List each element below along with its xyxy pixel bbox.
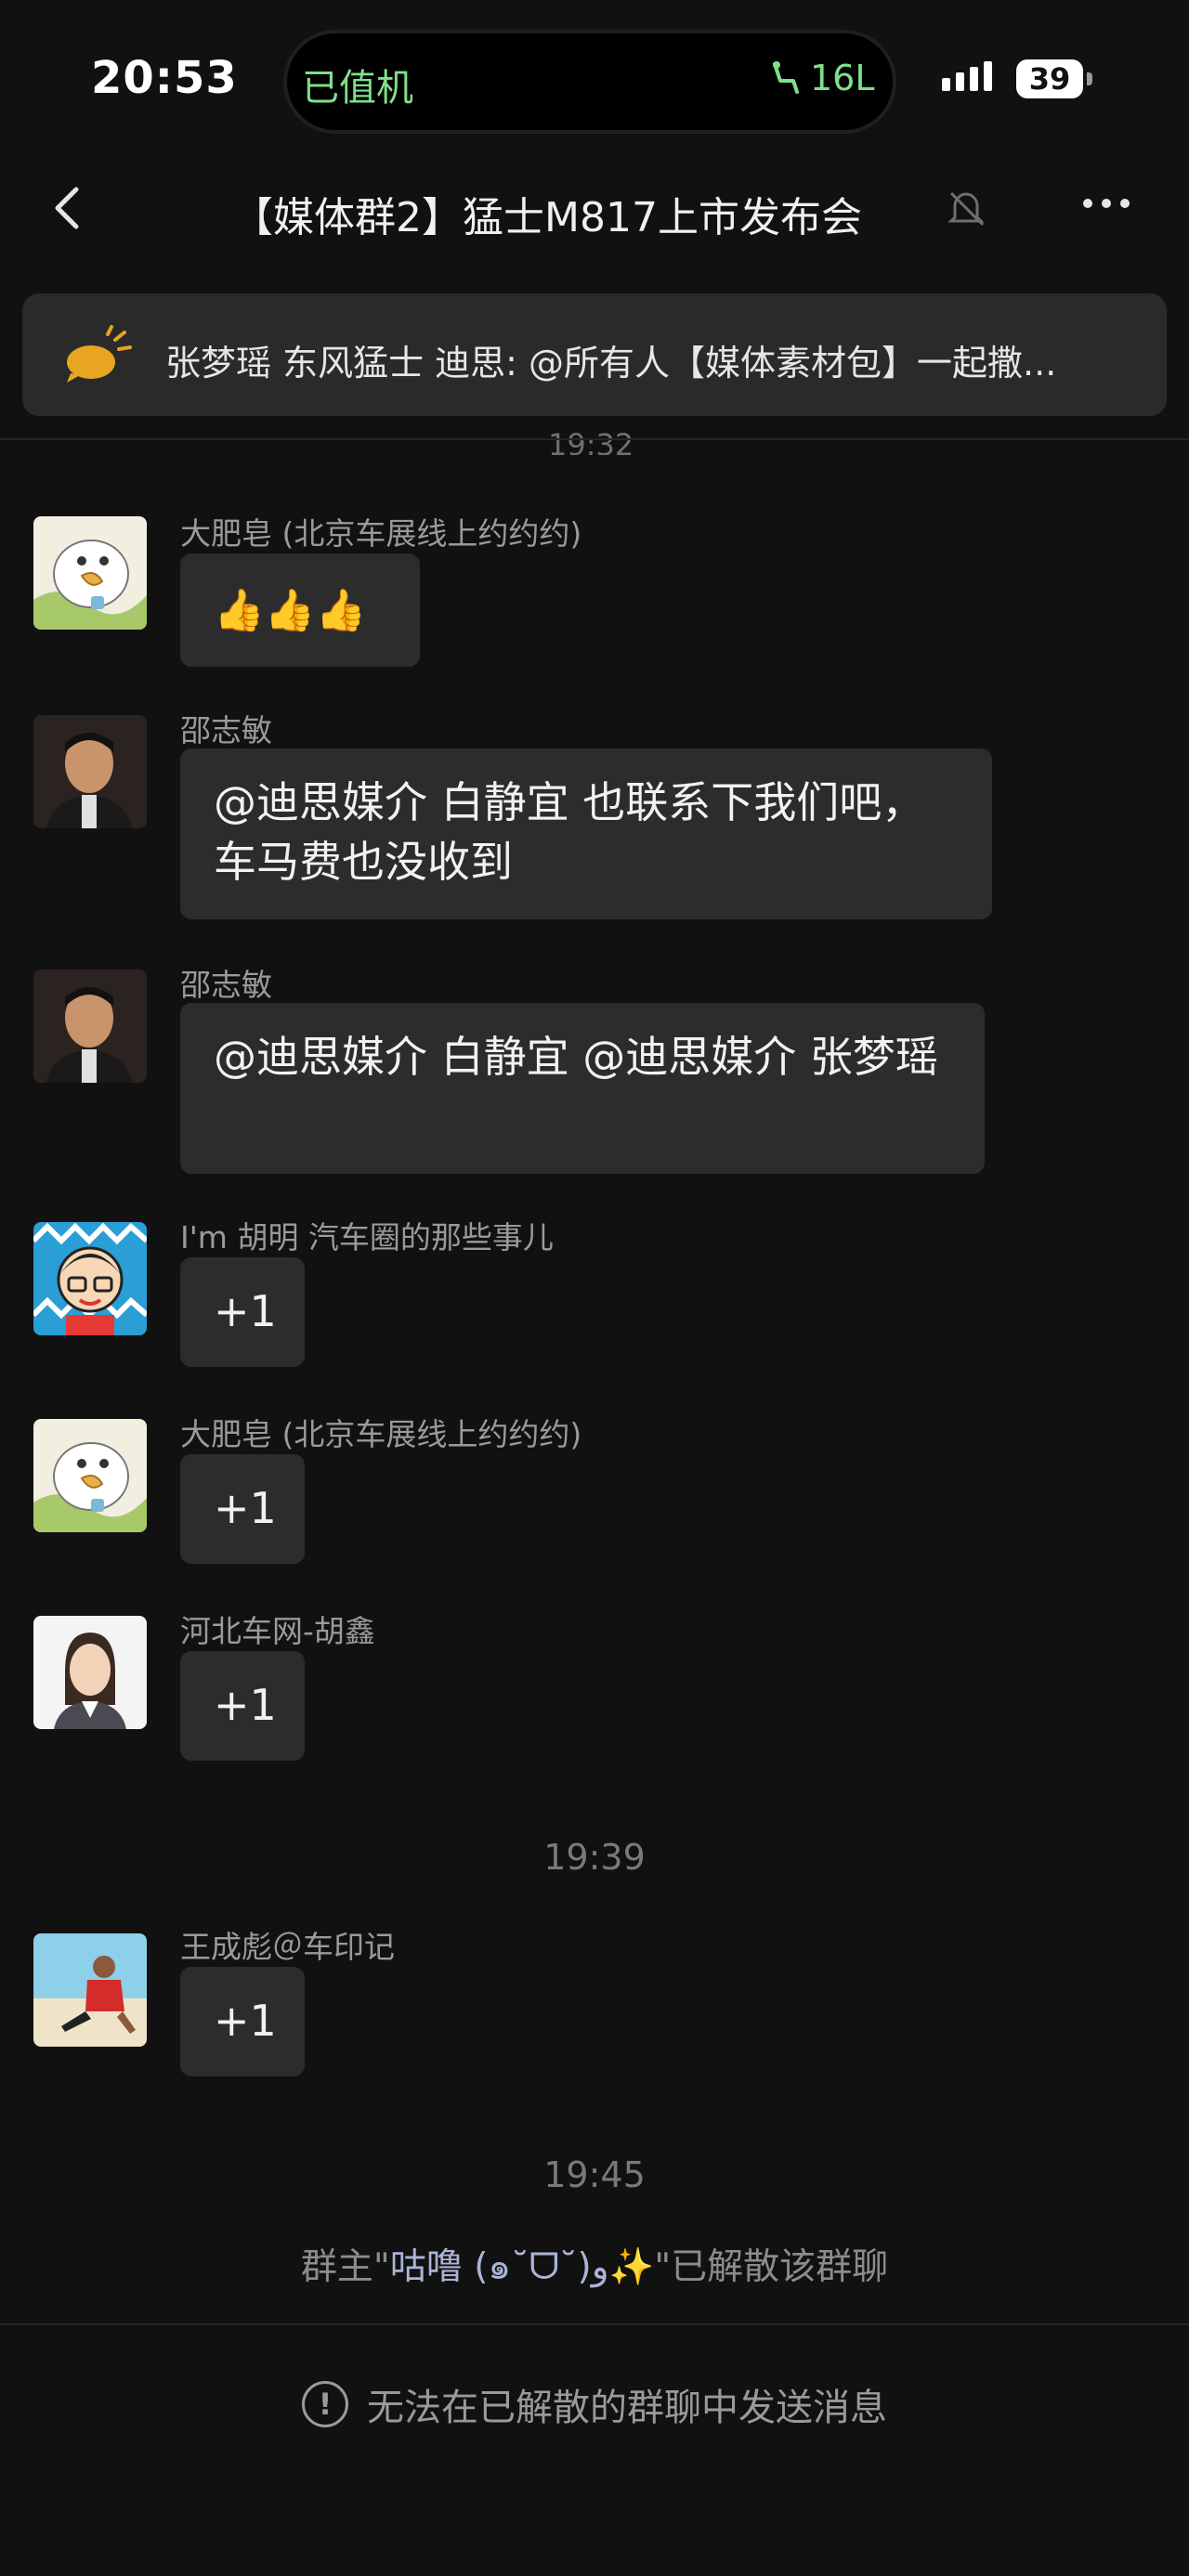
disbanded-footer: ! 无法在已解散的群聊中发送消息 bbox=[0, 2377, 1189, 2431]
divider bbox=[0, 438, 1189, 440]
avatar[interactable] bbox=[33, 1222, 147, 1335]
timestamp-cut: 19:32 bbox=[548, 427, 634, 455]
message-bubble[interactable]: @迪思媒介 白静宜 也联系下我们吧，车马费也没收到 bbox=[180, 748, 992, 919]
avatar[interactable] bbox=[33, 1616, 147, 1729]
message-bubble[interactable]: +1 bbox=[180, 1257, 305, 1367]
battery-icon: 39 bbox=[1016, 59, 1083, 98]
sender-name: I'm 胡明 汽车圈的那些事儿 bbox=[180, 1219, 554, 1255]
seat-icon bbox=[773, 61, 799, 94]
system-suffix: "已解散该群聊 bbox=[654, 2246, 889, 2288]
message-bubble[interactable]: 👍👍👍 bbox=[180, 553, 420, 667]
status-time: 20:53 bbox=[91, 52, 238, 104]
back-icon[interactable] bbox=[43, 182, 95, 234]
sender-name: 大肥皂 (北京车展线上约约约) bbox=[180, 515, 582, 552]
message-bubble[interactable]: +1 bbox=[180, 1967, 305, 2076]
sender-name: 邵志敏 bbox=[180, 712, 272, 748]
more-icon[interactable] bbox=[1083, 199, 1130, 208]
message-bubble[interactable]: +1 bbox=[180, 1651, 305, 1761]
sender-name: 邵志敏 bbox=[180, 967, 272, 1003]
bell-off-icon bbox=[947, 191, 985, 227]
sender-name: 王成彪＠车印记 bbox=[180, 1929, 395, 1965]
sender-name: 大肥皂 (北京车展线上约约约) bbox=[180, 1416, 582, 1452]
footer-text: 无法在已解散的群聊中发送消息 bbox=[367, 2387, 887, 2429]
avatar[interactable] bbox=[33, 715, 147, 828]
avatar[interactable] bbox=[33, 969, 147, 1083]
timestamp: 19:45 bbox=[543, 2154, 646, 2195]
chat-title: 【媒体群2】猛士M817上市发布会 bbox=[232, 194, 862, 241]
avatar[interactable] bbox=[33, 1419, 147, 1532]
message-bubble[interactable]: +1 bbox=[180, 1454, 305, 1564]
seat-label: 16L bbox=[810, 58, 875, 98]
message-bubble[interactable]: @迪思媒介 白静宜 @迪思媒介 张梦瑶 bbox=[180, 1003, 985, 1174]
seat-info: 16L bbox=[769, 58, 875, 98]
signal-icon bbox=[942, 61, 992, 91]
avatar[interactable] bbox=[33, 1933, 147, 2047]
avatar[interactable] bbox=[33, 516, 147, 630]
megaphone-icon bbox=[67, 325, 132, 383]
system-message: 群主"咕噜 (๑˘ᗜ˘)و✨"已解散该群聊 bbox=[0, 2238, 1189, 2296]
battery-nub bbox=[1087, 72, 1092, 85]
warning-icon: ! bbox=[302, 2381, 348, 2427]
sender-name: 河北车网-胡鑫 bbox=[180, 1613, 375, 1649]
group-owner-link[interactable]: 咕噜 (๑˘ᗜ˘)و✨ bbox=[390, 2246, 654, 2288]
notice-text: 张梦瑶 东风猛士 迪思: @所有人【媒体素材包】一起撒... bbox=[165, 343, 1057, 384]
timestamp: 19:39 bbox=[543, 1837, 646, 1878]
system-prefix: 群主" bbox=[300, 2246, 390, 2288]
divider bbox=[0, 2323, 1189, 2325]
flight-status: 已值机 bbox=[302, 67, 413, 110]
